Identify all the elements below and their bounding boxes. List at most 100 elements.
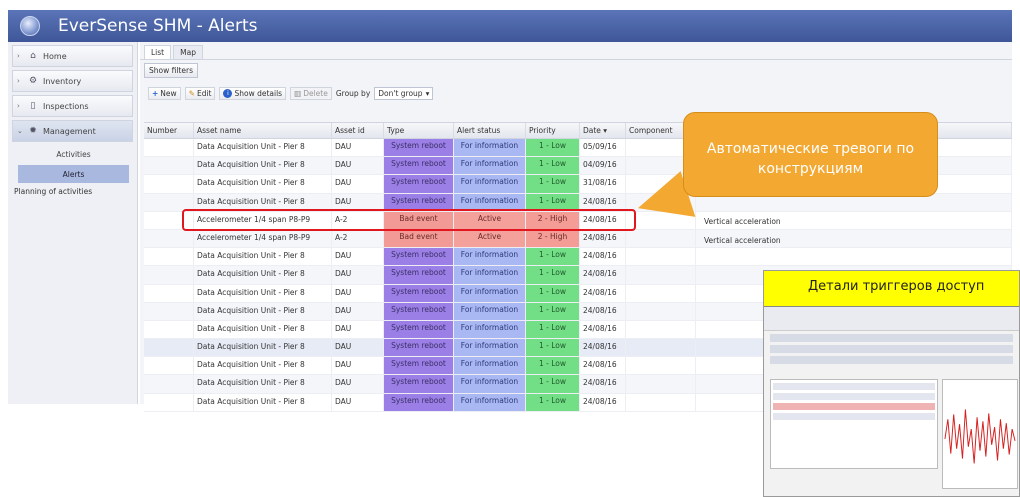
- cell-date: 24/08/16: [580, 393, 626, 411]
- cell-empty: [696, 248, 1012, 266]
- cell-priority-badge: 1 - Low: [526, 157, 580, 175]
- table-row[interactable]: Data Acquisition Unit - Pier 8 DAU System …: [144, 248, 1012, 267]
- cell-asset-name: Data Acquisition Unit - Pier 8: [194, 139, 332, 157]
- cell-priority-badge: 1 - Low: [526, 320, 580, 339]
- inventory-icon: ⚙: [28, 76, 38, 86]
- mini-table-row: [773, 393, 935, 400]
- cell-asset-id: DAU: [332, 302, 384, 320]
- mini-table-row: [773, 413, 935, 420]
- sidebar-item-label: Home: [43, 51, 67, 61]
- cell-asset-id: DAU: [332, 339, 384, 357]
- cell-date: 05/09/16: [580, 139, 626, 157]
- sidebar-item-inspections[interactable]: › ▯ Inspections: [12, 95, 133, 117]
- cell-date: 24/08/16: [580, 229, 626, 248]
- cell-date: 24/08/16: [580, 302, 626, 320]
- cell-number: [144, 157, 194, 175]
- sidebar-item-planning[interactable]: Planning of activities: [12, 187, 133, 196]
- cell-asset-id: DAU: [332, 157, 384, 175]
- cell-type-badge: System reboot: [384, 320, 454, 339]
- cell-type-badge: Bad event: [384, 229, 454, 248]
- cell-asset-name: Accelerometer 1/4 span P8-P9: [194, 229, 332, 248]
- cell-component: [626, 266, 696, 284]
- column-header[interactable]: Number: [144, 123, 194, 138]
- cell-component: [626, 248, 696, 266]
- cell-asset-id: DAU: [332, 175, 384, 193]
- cell-priority-badge: 2 - High: [526, 229, 580, 248]
- cell-date: 31/08/16: [580, 175, 626, 193]
- sidebar-item-home[interactable]: › ⌂ Home: [12, 45, 133, 67]
- highlight-box: [182, 209, 636, 231]
- cell-type-badge: System reboot: [384, 339, 454, 357]
- group-by-select[interactable]: Don't group ▾: [374, 86, 434, 100]
- sidebar-item-inventory[interactable]: › ⚙ Inventory: [12, 70, 133, 92]
- gear-icon: ✹: [29, 126, 37, 136]
- cell-asset-id: DAU: [332, 393, 384, 411]
- pencil-icon: ✎: [188, 88, 195, 98]
- show-details-button[interactable]: i Show details: [219, 86, 287, 100]
- edit-label: Edit: [196, 88, 212, 98]
- cell-asset-name: Data Acquisition Unit - Pier 8: [194, 157, 332, 175]
- info-icon: i: [223, 88, 233, 98]
- cell-asset-name: Data Acquisition Unit - Pier 8: [194, 320, 332, 339]
- chevron-right-icon: ›: [17, 77, 20, 85]
- show-filters-button[interactable]: Show filters: [144, 63, 198, 78]
- document-icon: ▯: [30, 101, 36, 111]
- mini-table-row: [773, 403, 935, 410]
- cell-status-badge: For information: [454, 320, 526, 339]
- cell-asset-name: Data Acquisition Unit - Pier 8: [194, 248, 332, 266]
- cell-type-badge: System reboot: [384, 393, 454, 411]
- column-header[interactable]: Date ▾: [580, 123, 626, 138]
- callout-bubble: Автоматические тревоги по конструкциям: [683, 112, 938, 197]
- column-header[interactable]: Alert status: [454, 123, 526, 138]
- mini-toolbar: [764, 307, 1019, 331]
- table-row[interactable]: Accelerometer 1/4 span P8-P9 A-2 Bad event…: [144, 229, 1012, 249]
- cell-date: 24/08/16: [580, 266, 626, 284]
- mini-signal-chart: [942, 379, 1018, 489]
- cell-asset-id: DAU: [332, 266, 384, 284]
- column-header[interactable]: Type: [384, 123, 454, 138]
- cell-status-badge: For information: [454, 284, 526, 302]
- sidebar-subitem-activities[interactable]: Activities: [18, 145, 129, 163]
- cell-type-badge: System reboot: [384, 175, 454, 193]
- delete-button[interactable]: ▥ Delete: [290, 86, 332, 100]
- cell-status-badge: For information: [454, 139, 526, 157]
- cell-number: [144, 248, 194, 266]
- mini-row: [770, 334, 1013, 342]
- sidebar-subitem-alerts[interactable]: Alerts: [18, 165, 129, 183]
- cell-priority-badge: 1 - Low: [526, 393, 580, 411]
- chevron-right-icon: ›: [17, 102, 20, 110]
- delete-label: Delete: [303, 88, 328, 98]
- chevron-down-icon: ⌄: [17, 127, 23, 135]
- cell-date: 24/08/16: [580, 375, 626, 393]
- cell-type-badge: System reboot: [384, 139, 454, 157]
- sidebar-item-label: Inventory: [43, 76, 82, 86]
- component-text: Vertical acceleration: [704, 217, 781, 226]
- cell-date: 24/08/16: [580, 357, 626, 375]
- cell-component: [626, 375, 696, 393]
- cell-component: [626, 393, 696, 411]
- cell-number: [144, 139, 194, 157]
- cell-asset-name: Data Acquisition Unit - Pier 8: [194, 375, 332, 393]
- cell-asset-name: Data Acquisition Unit - Pier 8: [194, 284, 332, 302]
- cell-status-badge: For information: [454, 266, 526, 284]
- sidebar: › ⌂ Home › ⚙ Inventory › ▯ Inspections ⌄…: [8, 42, 138, 404]
- tab-list[interactable]: List: [144, 45, 172, 59]
- sidebar-item-management[interactable]: ⌄ ✹ Management: [12, 120, 133, 142]
- tab-map[interactable]: Map: [173, 45, 203, 59]
- edit-button[interactable]: ✎ Edit: [184, 86, 216, 100]
- cell-status-badge: For information: [454, 339, 526, 357]
- cell-type-badge: System reboot: [384, 302, 454, 320]
- cell-asset-name: Data Acquisition Unit - Pier 8: [194, 302, 332, 320]
- filter-bar: Show filters: [140, 60, 1012, 82]
- cell-priority-badge: 1 - Low: [526, 175, 580, 193]
- column-header[interactable]: Priority: [526, 123, 580, 138]
- cell-type-badge: System reboot: [384, 248, 454, 266]
- cell-component: [626, 339, 696, 357]
- cell-asset-id: DAU: [332, 284, 384, 302]
- column-header[interactable]: Asset id: [332, 123, 384, 138]
- new-button[interactable]: + New: [148, 86, 181, 100]
- cell-type-badge: System reboot: [384, 157, 454, 175]
- mini-row: [770, 345, 1013, 353]
- cell-number: [144, 302, 194, 320]
- column-header[interactable]: Asset name: [194, 123, 332, 138]
